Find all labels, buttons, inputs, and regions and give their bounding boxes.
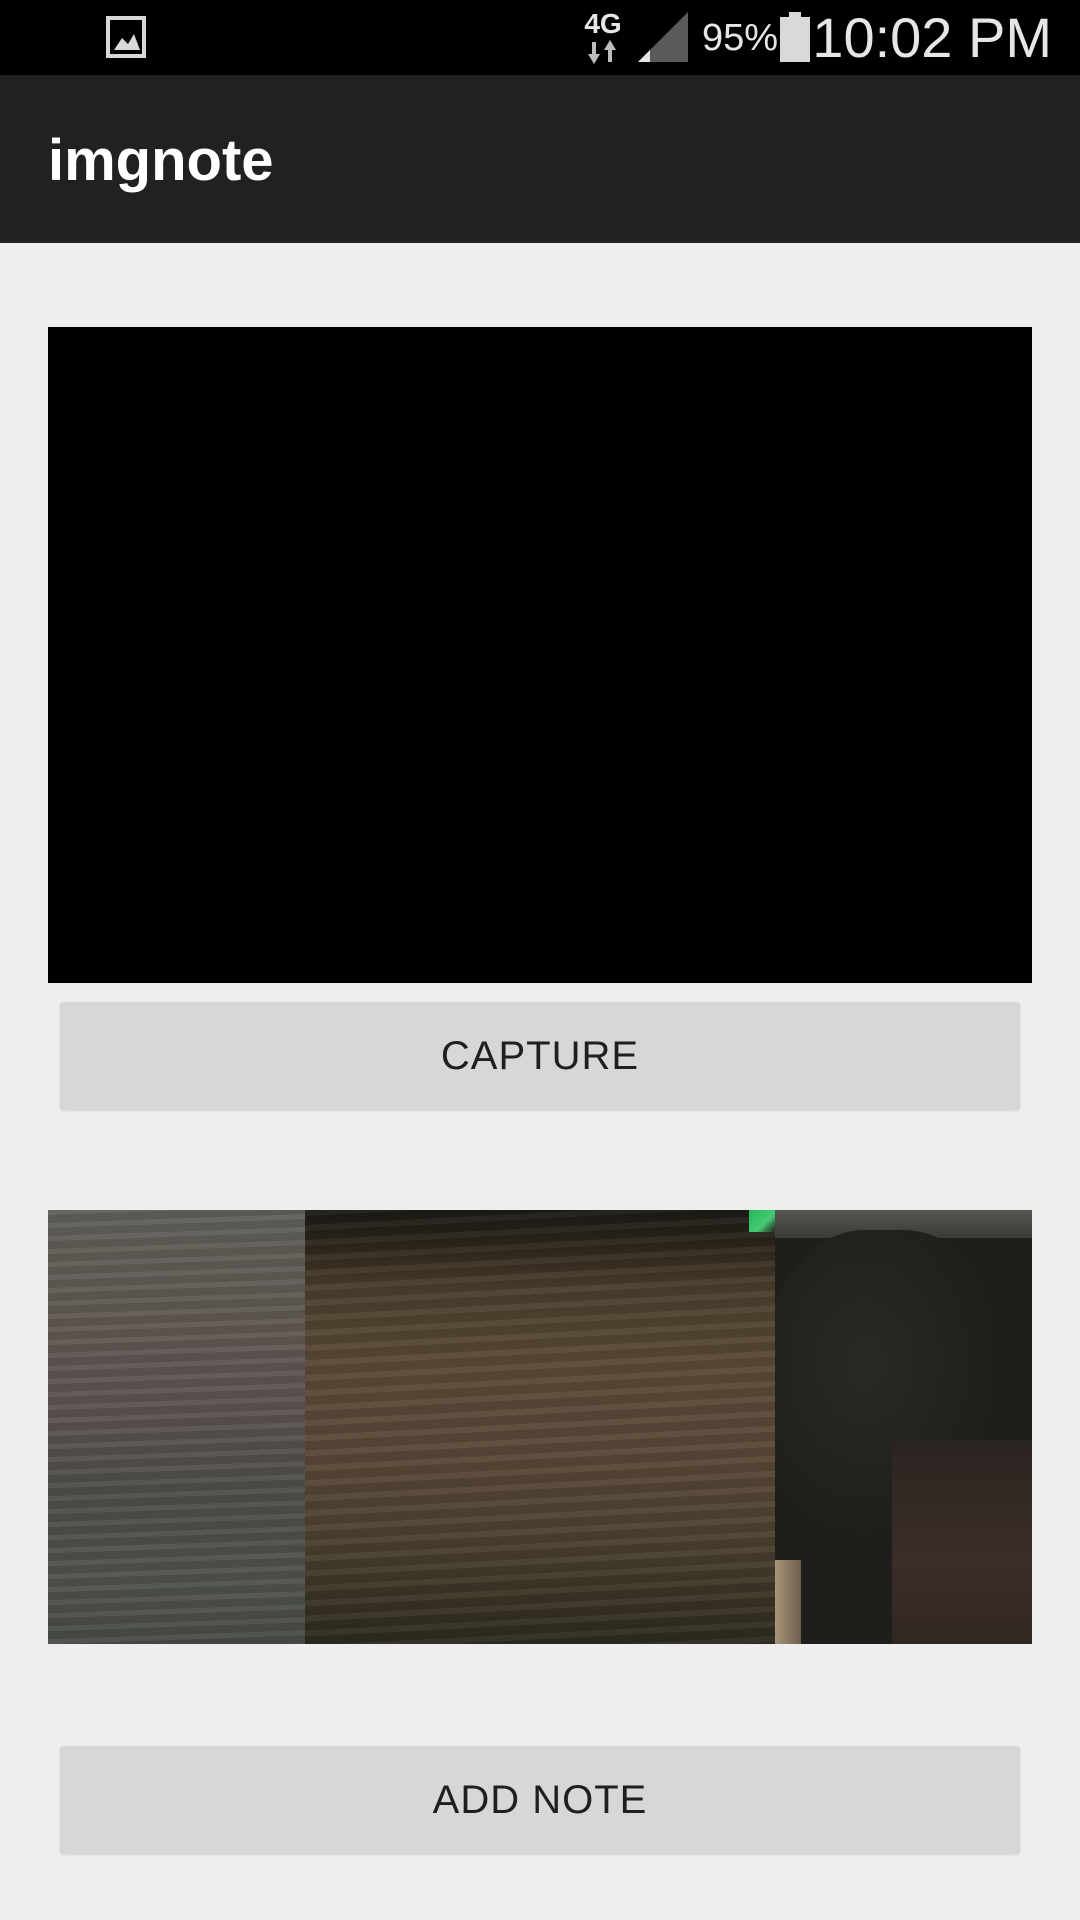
photo-detail bbox=[892, 1440, 1032, 1644]
photo-thumbnail-1[interactable] bbox=[48, 1210, 305, 1644]
app-bar: imgnote bbox=[0, 75, 1080, 243]
battery-icon bbox=[780, 12, 810, 62]
cell-signal-icon bbox=[638, 12, 688, 62]
status-time: 10:02 PM bbox=[812, 6, 1052, 69]
photo-thumbnail-2[interactable] bbox=[305, 1210, 775, 1644]
photo-detail bbox=[775, 1560, 801, 1644]
green-glow bbox=[749, 1210, 775, 1232]
camera-preview bbox=[48, 327, 1032, 983]
thumbnail-strip[interactable] bbox=[48, 1210, 1032, 1644]
add-note-button[interactable]: ADD NOTE bbox=[60, 1746, 1020, 1854]
data-transfer-arrows-icon bbox=[588, 40, 616, 64]
app-title: imgnote bbox=[48, 128, 274, 193]
image-icon bbox=[106, 16, 146, 58]
network-indicator: 4G bbox=[582, 8, 624, 64]
photo-thumbnail-3[interactable] bbox=[775, 1210, 1032, 1644]
status-bar: 4G 95% 10:02 PM bbox=[0, 0, 1080, 75]
capture-button[interactable]: CAPTURE bbox=[60, 1002, 1020, 1110]
battery-percent: 95% bbox=[702, 17, 779, 59]
network-type-label: 4G bbox=[584, 8, 622, 39]
